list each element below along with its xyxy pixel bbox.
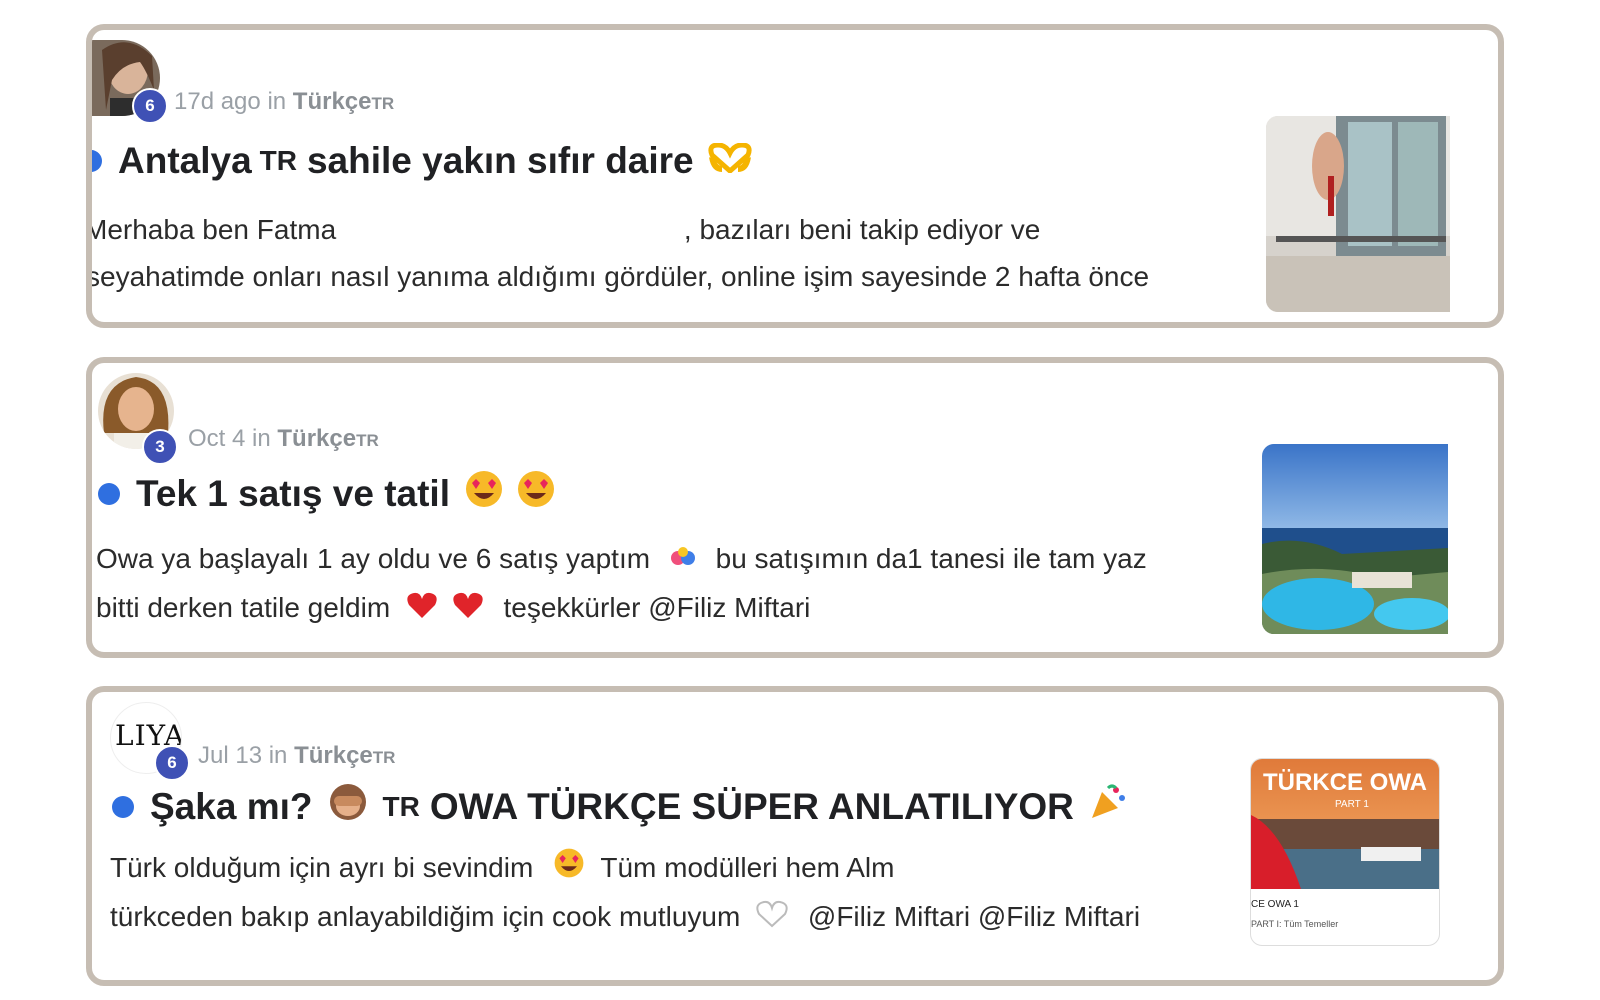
redacted-area bbox=[343, 217, 684, 246]
group-link[interactable]: Türkçe bbox=[293, 88, 372, 115]
excerpt-line: bitti derken tatile geldim teşekkürler @… bbox=[96, 584, 1147, 633]
excerpt-text: Türk olduğum için ayrı bi sevindim bbox=[110, 852, 534, 883]
excerpt-line: türkceden bakıp anlayabildiğim için cook… bbox=[110, 893, 1140, 942]
unread-indicator bbox=[98, 482, 120, 505]
heart-eyes-emoji bbox=[516, 469, 556, 518]
post-title[interactable]: Antalya TR sahile yakın sıfır daire bbox=[92, 140, 752, 182]
thumbnail-caption: PART I: Tüm Temeller bbox=[1251, 919, 1339, 929]
thumbnail-caption: CE OWA 1 bbox=[1251, 899, 1299, 910]
thumbnail-subtitle: PART 1 bbox=[1335, 799, 1369, 810]
post-thumbnail[interactable] bbox=[1266, 116, 1450, 312]
post-meta: Jul 13 in TürkçeTR bbox=[198, 742, 395, 770]
post-meta: Oct 4 in TürkçeTR bbox=[188, 425, 379, 453]
title-text-part: Antalya bbox=[118, 140, 252, 181]
post-excerpt[interactable]: Owa ya başlayalı 1 ay oldu ve 6 satış ya… bbox=[96, 535, 1147, 633]
title-flag: TR bbox=[259, 145, 297, 176]
level-badge: 6 bbox=[154, 745, 190, 781]
unread-indicator bbox=[112, 795, 134, 818]
excerpt-text: bazıları beni takip ediyor ve bbox=[699, 214, 1041, 245]
title-text-part: Şaka mı? bbox=[150, 785, 313, 827]
excerpt-text: Owa ya başlayalı 1 ay oldu ve 6 satış ya… bbox=[96, 543, 651, 574]
white-heart-emoji bbox=[756, 895, 788, 942]
post-feed: 6 17d ago in TürkçeTR Antalya TR sahile … bbox=[0, 0, 1600, 1000]
group-flag: TR bbox=[372, 748, 396, 767]
thumbnail-title: TÜRKCE OWA bbox=[1263, 769, 1427, 796]
post-title[interactable]: Tek 1 satış ve tatil bbox=[98, 469, 556, 518]
excerpt-text: türkceden bakıp anlayabildiğim için cook… bbox=[110, 901, 741, 933]
post-thumbnail[interactable] bbox=[1262, 444, 1448, 634]
group-flag: TR bbox=[371, 94, 395, 113]
title-text-part: sahile yakın sıfır daire bbox=[306, 140, 694, 181]
title-text-part: OWA TÜRKÇE SÜPER ANLATILIYOR bbox=[429, 785, 1074, 827]
see-no-evil-monkey-emoji bbox=[328, 782, 368, 831]
confetti-ball-emoji bbox=[668, 537, 698, 584]
post-card[interactable]: 3 Oct 4 in TürkçeTR Tek 1 satış ve tatil… bbox=[86, 357, 1504, 658]
excerpt-text: bu satışımın da1 tanesi ile tam yaz bbox=[715, 543, 1147, 574]
group-link[interactable]: Türkçe bbox=[277, 425, 356, 452]
in-label: in bbox=[268, 742, 288, 769]
excerpt-text: bitti derken tatile geldim bbox=[96, 592, 391, 624]
group-link[interactable]: Türkçe bbox=[294, 742, 373, 769]
excerpt-line: Merhaba ben Fatma , bazıları beni takip … bbox=[86, 214, 1041, 246]
post-card[interactable]: LIYA 6 Jul 13 in TürkçeTR Şaka mı? TR OW… bbox=[86, 686, 1504, 986]
post-title[interactable]: Şaka mı? TR OWA TÜRKÇE SÜPER ANLATILIYOR bbox=[112, 782, 1128, 831]
heart-eyes-emoji bbox=[464, 469, 504, 518]
post-excerpt[interactable]: Merhaba ben Fatma , bazıları beni takip … bbox=[92, 206, 1149, 300]
excerpt-line: Owa ya başlayalı 1 ay oldu ve 6 satış ya… bbox=[96, 535, 1147, 584]
group-flag: TR bbox=[356, 431, 379, 450]
excerpt-line: seyahatimde onları nasıl yanıma aldığımı… bbox=[86, 253, 1150, 300]
post-time[interactable]: Jul 13 bbox=[198, 742, 262, 769]
level-badge: 3 bbox=[142, 429, 178, 465]
in-label: in bbox=[252, 425, 271, 452]
post-time[interactable]: 17d ago bbox=[174, 88, 261, 115]
excerpt-text: teşekkürler @Filiz Miftari bbox=[503, 592, 811, 624]
title-text: Tek 1 satış ve tatil bbox=[136, 472, 450, 514]
excerpt-text: Merhaba ben Fatma bbox=[86, 214, 337, 245]
excerpt-text: @Filiz Miftari @Filiz Miftari bbox=[807, 901, 1141, 933]
in-label: in bbox=[267, 88, 287, 115]
excerpt-text: seyahatimde onları nasıl yanıma aldığımı… bbox=[86, 261, 1150, 292]
party-popper-emoji bbox=[1088, 782, 1128, 831]
title-flag: TR bbox=[382, 790, 420, 822]
heart-hands-emoji bbox=[708, 140, 752, 182]
post-card[interactable]: 6 17d ago in TürkçeTR Antalya TR sahile … bbox=[86, 24, 1504, 328]
post-thumbnail[interactable]: TÜRKCE OWA PART 1 CE OWA 1 PART I: Tüm T… bbox=[1250, 758, 1440, 946]
level-badge: 6 bbox=[132, 88, 168, 124]
post-time[interactable]: Oct 4 bbox=[188, 425, 245, 452]
red-heart-emoji bbox=[406, 586, 438, 633]
excerpt-line: Türk olduğum için ayrı bi sevindim Tüm m… bbox=[110, 844, 1140, 893]
excerpt-text: Tüm modülleri hem Alm bbox=[600, 852, 895, 883]
post-meta: 17d ago in TürkçeTR bbox=[174, 88, 394, 116]
unread-indicator bbox=[92, 150, 102, 172]
post-excerpt[interactable]: Türk olduğum için ayrı bi sevindim Tüm m… bbox=[110, 844, 1140, 942]
red-heart-emoji bbox=[452, 586, 484, 633]
heart-eyes-emoji bbox=[553, 846, 585, 893]
